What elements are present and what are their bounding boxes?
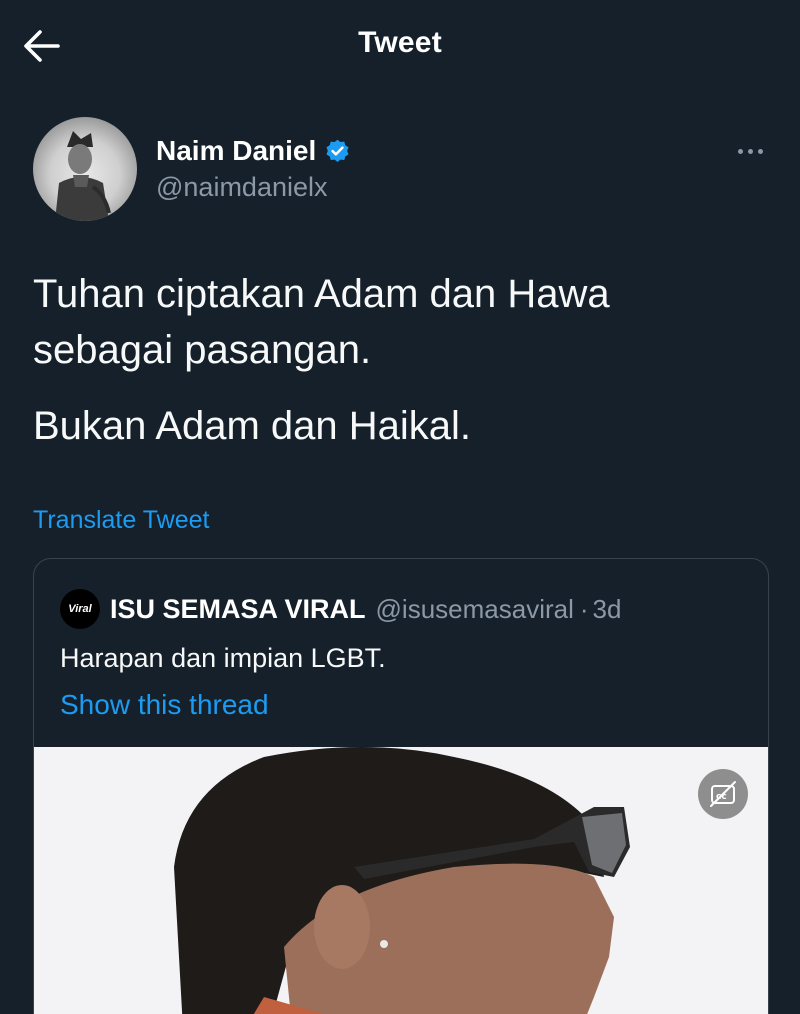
more-options-button[interactable]	[730, 134, 770, 168]
translate-tweet-link[interactable]: Translate Tweet	[33, 506, 209, 535]
avatar-photo	[55, 131, 111, 221]
tweet-text-line: Bukan Adam dan Haikal.	[33, 404, 472, 448]
author-name[interactable]: Naim Daniel	[156, 135, 316, 167]
show-thread-link[interactable]: Show this thread	[60, 689, 269, 721]
quoted-tweet-header: ISU SEMASA VIRAL @isusemasaviral · 3d	[110, 589, 621, 629]
top-bar: Tweet	[0, 0, 800, 92]
tweet-text-line: sebagai pasangan.	[33, 328, 372, 372]
closed-captions-off-icon: cc	[710, 781, 736, 807]
page-title: Tweet	[358, 26, 442, 59]
quoted-video[interactable]: cc	[34, 747, 768, 1014]
more-horizontal-icon	[735, 148, 765, 154]
separator-dot: ·	[579, 593, 589, 624]
verified-badge-icon	[324, 138, 351, 165]
quoted-author-name[interactable]: ISU SEMASA VIRAL	[110, 594, 366, 625]
author-name-row[interactable]: Naim Daniel	[156, 134, 351, 168]
tweet-detail-screen: Tweet Naim Daniel @naimdanielx Tuhan cip…	[0, 0, 800, 1014]
quoted-author-handle[interactable]: @isusemasaviral	[376, 594, 574, 625]
quoted-timestamp[interactable]: 3d	[593, 594, 622, 625]
quoted-tweet-card[interactable]: Viral ISU SEMASA VIRAL @isusemasaviral ·…	[33, 558, 769, 1014]
author-handle[interactable]: @naimdanielx	[156, 172, 328, 203]
avatar[interactable]	[33, 117, 137, 221]
quoted-tweet-text: Harapan dan impian LGBT.	[60, 643, 386, 673]
video-frame	[34, 747, 768, 1014]
tweet-text-line: Tuhan ciptakan Adam dan Hawa	[33, 272, 610, 316]
tweet-text: Tuhan ciptakan Adam dan Hawa sebagai pas…	[33, 266, 773, 378]
captions-toggle-button[interactable]: cc	[698, 769, 748, 819]
quoted-avatar[interactable]: Viral	[60, 589, 100, 629]
